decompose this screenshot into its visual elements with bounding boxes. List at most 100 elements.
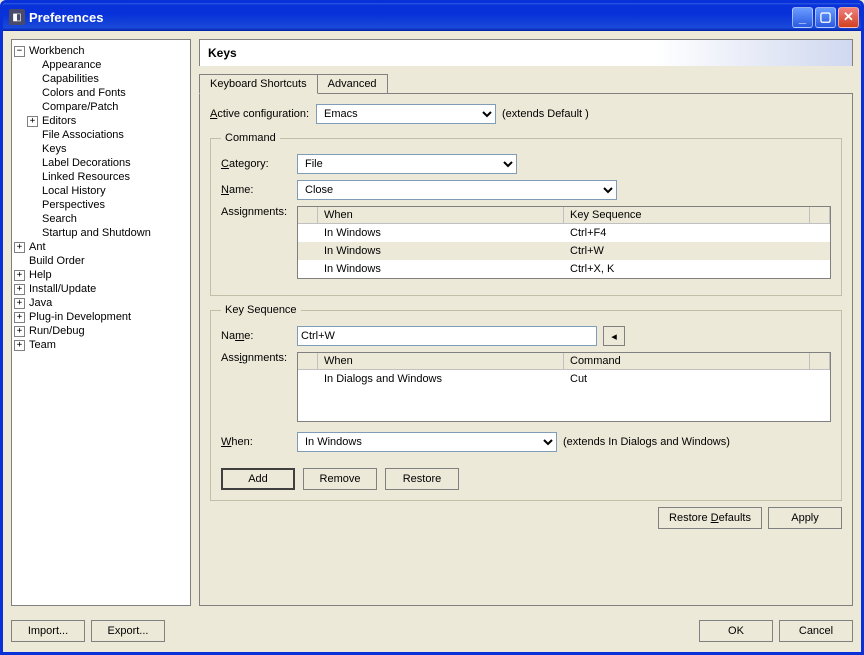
command-name-label: Name:: [221, 184, 291, 196]
command-name-select[interactable]: Close: [297, 180, 617, 200]
window-title: Preferences: [29, 10, 792, 25]
key-sequence-group: Key Sequence Name: ◂ Assignments: W: [210, 304, 842, 501]
tree-item-java[interactable]: +Java: [14, 296, 188, 310]
tree-item-capabilities[interactable]: Capabilities: [14, 72, 188, 86]
tree-item-compare-patch[interactable]: Compare/Patch: [14, 100, 188, 114]
category-label: Category:: [221, 158, 291, 170]
remove-button[interactable]: Remove: [303, 468, 377, 490]
expand-icon[interactable]: +: [14, 326, 25, 337]
close-button[interactable]: ✕: [838, 7, 859, 28]
tree-item-editors[interactable]: +Editors: [14, 114, 188, 128]
tree-item-startup-shutdown[interactable]: Startup and Shutdown: [14, 226, 188, 240]
tree-item-local-history[interactable]: Local History: [14, 184, 188, 198]
preferences-tree[interactable]: − Workbench Appearance Capabilities Colo…: [11, 39, 191, 606]
tree-item-linked-resources[interactable]: Linked Resources: [14, 170, 188, 184]
keyseq-name-input[interactable]: [297, 326, 597, 346]
tree-label: Colors and Fonts: [40, 87, 128, 99]
tree-item-build-order[interactable]: Build Order: [14, 254, 188, 268]
expand-icon[interactable]: +: [14, 312, 25, 323]
tab-keyboard-shortcuts[interactable]: Keyboard Shortcuts: [199, 74, 318, 94]
titlebar: ◧ Preferences _ ▢ ✕: [3, 3, 861, 31]
table-header: When Key Sequence: [298, 207, 830, 224]
expand-icon[interactable]: +: [14, 242, 25, 253]
tree-label: Ant: [27, 241, 48, 253]
tree-item-team[interactable]: +Team: [14, 338, 188, 352]
tree-item-help[interactable]: +Help: [14, 268, 188, 282]
page-title: Keys: [199, 39, 853, 66]
tabs: Keyboard Shortcuts Advanced: [199, 74, 853, 93]
add-button[interactable]: Add: [221, 468, 295, 490]
tree-label: Plug-in Development: [27, 311, 133, 323]
export-button[interactable]: Export...: [91, 620, 165, 642]
command-assignments-table[interactable]: When Key Sequence In WindowsCtrl+F4 In W…: [297, 206, 831, 279]
expand-icon[interactable]: +: [14, 340, 25, 351]
cancel-button[interactable]: Cancel: [779, 620, 853, 642]
tree-label: Search: [40, 213, 79, 225]
tab-content: Active configuration: Emacs (extends Def…: [199, 93, 853, 606]
tree-label: Java: [27, 297, 54, 309]
active-configuration-label: Active configuration:: [210, 108, 310, 120]
tree-label: Install/Update: [27, 283, 98, 295]
minimize-button[interactable]: _: [792, 7, 813, 28]
tree-item-run-debug[interactable]: +Run/Debug: [14, 324, 188, 338]
apply-button[interactable]: Apply: [768, 507, 842, 529]
tree-label: Build Order: [27, 255, 87, 267]
tree-item-search[interactable]: Search: [14, 212, 188, 226]
expand-icon[interactable]: +: [14, 270, 25, 281]
col-when[interactable]: When: [318, 353, 564, 369]
command-group: Command Category: File Name: Close Assig…: [210, 132, 842, 296]
restore-defaults-button[interactable]: Restore Defaults: [658, 507, 762, 529]
col-blank: [298, 207, 318, 223]
col-command[interactable]: Command: [564, 353, 810, 369]
tree-item-perspectives[interactable]: Perspectives: [14, 198, 188, 212]
command-legend: Command: [221, 132, 280, 144]
tree-label: Help: [27, 269, 54, 281]
table-row[interactable]: In WindowsCtrl+F4: [298, 224, 830, 242]
category-select[interactable]: File: [297, 154, 517, 174]
table-row[interactable]: In Dialogs and WindowsCut: [298, 370, 830, 388]
keyseq-assignments-label: Assignments:: [221, 352, 291, 364]
expand-icon[interactable]: +: [14, 284, 25, 295]
when-select[interactable]: In Windows: [297, 432, 557, 452]
tree-item-appearance[interactable]: Appearance: [14, 58, 188, 72]
tree-item-install-update[interactable]: +Install/Update: [14, 282, 188, 296]
tree-label: Team: [27, 339, 58, 351]
maximize-button[interactable]: ▢: [815, 7, 836, 28]
tree-item-plugin-development[interactable]: +Plug-in Development: [14, 310, 188, 324]
tree-item-keys[interactable]: Keys: [14, 142, 188, 156]
when-label: When:: [221, 436, 291, 448]
keyseq-assignments-table[interactable]: When Command In Dialogs and WindowsCut: [297, 352, 831, 422]
col-when[interactable]: When: [318, 207, 564, 223]
collapse-icon[interactable]: −: [14, 46, 25, 57]
active-configuration-select[interactable]: Emacs: [316, 104, 496, 124]
assignments-label: Assignments:: [221, 206, 291, 218]
tree-item-file-associations[interactable]: File Associations: [14, 128, 188, 142]
tree-item-colors-fonts[interactable]: Colors and Fonts: [14, 86, 188, 100]
tree-item-workbench[interactable]: − Workbench: [14, 44, 188, 58]
tree-label: File Associations: [40, 129, 126, 141]
tree-label: Editors: [40, 115, 78, 127]
preferences-window: ◧ Preferences _ ▢ ✕ − Workbench Appearan…: [0, 0, 864, 655]
table-row[interactable]: In WindowsCtrl+X, K: [298, 260, 830, 278]
tree-label: Keys: [40, 143, 68, 155]
import-button[interactable]: Import...: [11, 620, 85, 642]
tab-advanced[interactable]: Advanced: [317, 74, 388, 93]
tree-label: Local History: [40, 185, 108, 197]
table-row[interactable]: In WindowsCtrl+W: [298, 242, 830, 260]
expand-icon[interactable]: +: [27, 116, 38, 127]
ok-button[interactable]: OK: [699, 620, 773, 642]
tree-item-label-decorations[interactable]: Label Decorations: [14, 156, 188, 170]
restore-button[interactable]: Restore: [385, 468, 459, 490]
backspace-button[interactable]: ◂: [603, 326, 625, 346]
content-area: − Workbench Appearance Capabilities Colo…: [3, 31, 861, 652]
tree-label: Startup and Shutdown: [40, 227, 153, 239]
tree-label: Label Decorations: [40, 157, 133, 169]
footer: Import... Export... OK Cancel: [3, 614, 861, 652]
expand-icon[interactable]: +: [14, 298, 25, 309]
left-triangle-icon: ◂: [611, 330, 617, 343]
tree-label: Appearance: [40, 59, 103, 71]
col-key-sequence[interactable]: Key Sequence: [564, 207, 810, 223]
tree-label: Perspectives: [40, 199, 107, 211]
tree-item-ant[interactable]: +Ant: [14, 240, 188, 254]
table-header: When Command: [298, 353, 830, 370]
